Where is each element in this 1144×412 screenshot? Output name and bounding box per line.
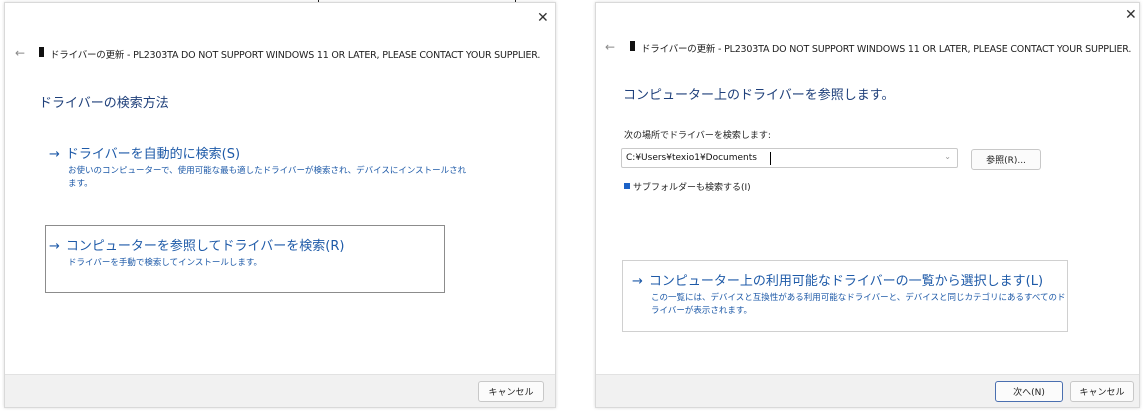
text-caret: [770, 152, 771, 165]
arrow-right-icon: →: [49, 147, 60, 162]
include-subfolders-label[interactable]: サブフォルダーも検索する(I): [633, 180, 751, 193]
page-title: コンピューター上のドライバーを参照します。: [623, 88, 895, 103]
dialog-title: ドライバーの更新 - PL2303TA DO NOT SUPPORT WINDO…: [641, 44, 1132, 55]
browse-description: ドライバーを手動で検索してインストールします。: [68, 258, 263, 268]
close-icon[interactable]: ✕: [537, 11, 549, 25]
browse-option[interactable]: → コンピューターを参照してドライバーを検索(R) ドライバーを手動で検索してイ…: [49, 235, 344, 270]
auto-search-link[interactable]: ドライバーを自動的に検索(S): [66, 143, 240, 162]
pick-list-option[interactable]: → コンピューター上の利用可能なドライバーの一覧から選択します(L) この一覧に…: [632, 270, 1066, 318]
device-icon: [630, 41, 635, 51]
auto-search-description-1: お使いのコンピューターで、使用可能な最も適したドライバーが検索され、デバイスにイ…: [68, 166, 467, 176]
driver-path-combobox[interactable]: C:¥Users¥texio1¥Documents ⌄: [621, 148, 958, 168]
chevron-down-icon[interactable]: ⌄: [944, 152, 951, 161]
driver-search-method-dialog: ✕ ← ドライバーの更新 - PL2303TA DO NOT SUPPORT W…: [4, 2, 556, 408]
search-location-label: 次の場所でドライバーを検索します:: [624, 131, 771, 141]
auto-search-description-2: ます。: [68, 179, 93, 189]
pick-list-link[interactable]: コンピューター上の利用可能なドライバーの一覧から選択します(L): [649, 270, 1043, 289]
browse-computer-link[interactable]: コンピューターを参照してドライバーを検索(R): [66, 235, 345, 254]
dialog-footer: キャンセル: [5, 374, 555, 407]
close-icon[interactable]: ✕: [1125, 8, 1137, 22]
pick-list-description-2: ライバーが表示されます。: [651, 306, 752, 316]
cancel-button[interactable]: キャンセル: [478, 381, 544, 402]
back-arrow-icon[interactable]: ←: [15, 47, 25, 59]
pick-list-description-1: この一覧には、デバイスと互換性がある利用可能なドライバーと、デバイスと同じカテゴ…: [651, 293, 1066, 303]
dialog-title: ドライバーの更新 - PL2303TA DO NOT SUPPORT WINDO…: [50, 50, 541, 61]
driver-path-value[interactable]: C:¥Users¥texio1¥Documents: [626, 153, 757, 163]
page-title: ドライバーの検索方法: [39, 96, 169, 111]
auto-search-option[interactable]: → ドライバーを自動的に検索(S) お使いのコンピューターで、使用可能な最も適し…: [49, 143, 466, 191]
dialog-footer: 次へ(N) キャンセル: [596, 374, 1139, 407]
device-icon: [39, 47, 44, 57]
arrow-right-icon: →: [632, 274, 643, 289]
arrow-right-icon: →: [49, 239, 60, 254]
include-subfolders-checkbox[interactable]: [624, 183, 630, 189]
back-arrow-icon[interactable]: ←: [605, 41, 615, 53]
browse-driver-dialog: ✕ ← ドライバーの更新 - PL2303TA DO NOT SUPPORT W…: [595, 2, 1140, 408]
next-button[interactable]: 次へ(N): [995, 381, 1063, 402]
browse-button[interactable]: 参照(R)...: [971, 149, 1041, 170]
cancel-button[interactable]: キャンセル: [1070, 381, 1134, 402]
